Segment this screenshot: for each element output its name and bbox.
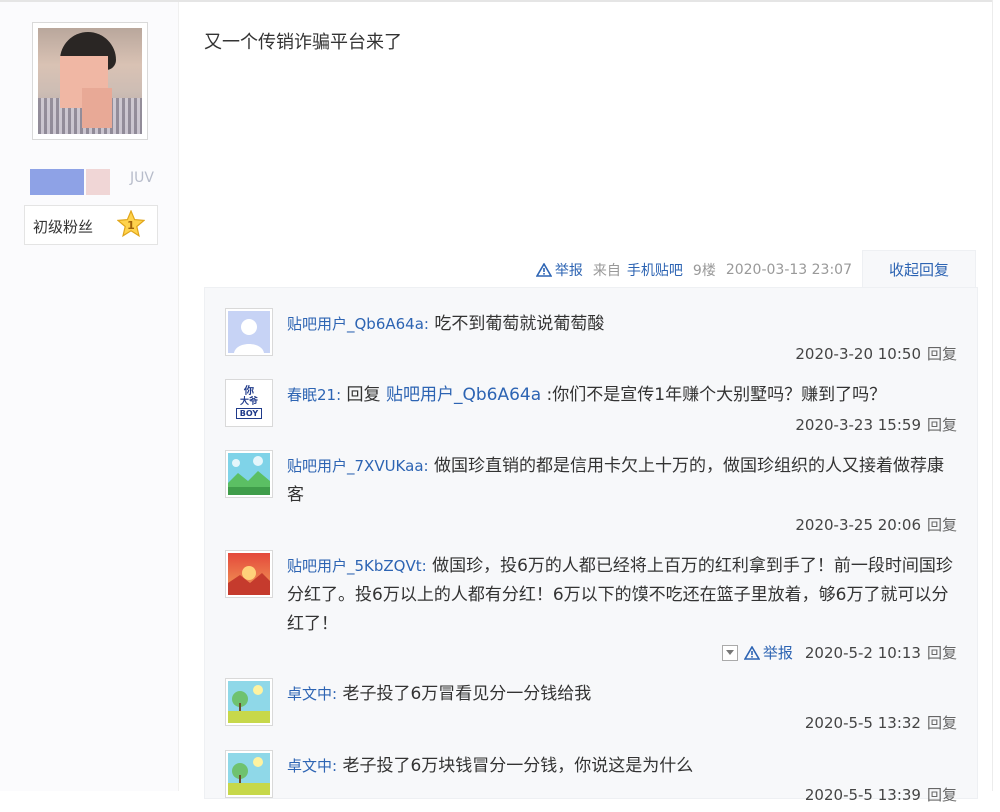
avatar-photo: [38, 28, 142, 134]
default-person-icon: [228, 311, 270, 353]
reply-content: 老子投了6万冒看见分一分钱给我: [337, 684, 592, 704]
reply-time: 2020-3-25 20:06: [795, 515, 921, 534]
reply-username[interactable]: 贴吧用户_7XVUKaa:: [287, 457, 429, 475]
report-label: 举报: [554, 263, 583, 279]
reply-text: 卓文中: 老子投了6万冒看见分一分钱给我: [287, 680, 957, 709]
reply-item: 贴吧用户_Qb6A64a: 吃不到葡萄就说葡萄酸 2020-3-20 10:50…: [225, 308, 961, 380]
post-time: 2020-03-13 23:07: [725, 262, 852, 278]
warning-icon: [743, 645, 760, 660]
boy-badge-icon: 你 大爷 BOY: [228, 382, 270, 424]
reply-button[interactable]: 回复: [927, 343, 957, 364]
reply-button[interactable]: 回复: [927, 712, 957, 733]
reply-report-button[interactable]: 举报: [743, 642, 793, 663]
reply-to-username[interactable]: 贴吧用户_Qb6A64a: [386, 385, 541, 405]
reply-avatar[interactable]: [225, 678, 273, 726]
reply-item: 卓文中: 老子投了6万冒看见分一分钱给我 2020-5-5 13:32 回复: [225, 678, 961, 740]
level-number: 1: [127, 219, 135, 232]
reply-meta: 2020-5-5 13:39 回复: [805, 784, 957, 805]
name-redaction: [30, 169, 84, 195]
mobile-tieba-link[interactable]: 手机贴吧: [627, 260, 683, 280]
badge-text-bot: BOY: [236, 408, 262, 419]
page-right-edge: [992, 0, 1000, 791]
author-avatar[interactable]: [32, 22, 148, 140]
reply-text: 贴吧用户_7XVUKaa: 做国珍直销的都是信用卡欠上十万的，做国珍组织的人又接…: [287, 452, 957, 510]
author-sidebar: JUV 初级粉丝 1: [0, 2, 179, 791]
landscape-icon: [228, 453, 270, 495]
reply-item: 贴吧用户_7XVUKaa: 做国珍直销的都是信用卡欠上十万的，做国珍组织的人又接…: [225, 450, 961, 540]
reply-meta: 举报 2020-5-2 10:13 回复: [721, 642, 957, 663]
author-name-suffix: JUV: [130, 170, 154, 186]
reply-time: 2020-3-20 10:50: [795, 344, 921, 363]
reply-username[interactable]: 春眠21:: [287, 386, 341, 404]
fan-level-badge[interactable]: 初级粉丝 1: [24, 205, 158, 245]
author-name[interactable]: JUV: [14, 167, 164, 197]
chevron-down-icon[interactable]: [721, 644, 738, 661]
reply-meta: 2020-3-25 20:06 回复: [795, 514, 957, 535]
reply-item: 你 大爷 BOY 春眠21: 回复 贴吧用户_Qb6A64a :你们不是宣传1年…: [225, 379, 961, 449]
reply-content: :你们不是宣传1年赚个大别墅吗？赚到了吗？: [541, 385, 887, 405]
reply-avatar[interactable]: 你 大爷 BOY: [225, 379, 273, 427]
reply-time: 2020-5-5 13:39: [804, 785, 921, 804]
reply-text: 贴吧用户_5KbZQVt: 做国珍，投6万的人都已经将上百万的红利拿到手了！前一…: [287, 552, 957, 639]
floor-number: 9楼: [692, 263, 716, 279]
fan-level-label: 初级粉丝: [33, 218, 94, 236]
reply-panel: 贴吧用户_Qb6A64a: 吃不到葡萄就说葡萄酸 2020-3-20 10:50…: [204, 287, 978, 804]
reply-time: 2020-5-2 10:13: [804, 643, 921, 662]
name-redaction: [86, 169, 110, 195]
fold-replies-button[interactable]: 收起回复: [862, 250, 976, 287]
reply-text: 贴吧用户_Qb6A64a: 吃不到葡萄就说葡萄酸: [287, 310, 957, 339]
reply-button[interactable]: 回复: [927, 784, 957, 805]
reply-text: 春眠21: 回复 贴吧用户_Qb6A64a :你们不是宣传1年赚个大别墅吗？赚到…: [287, 381, 957, 410]
reply-content: 吃不到葡萄就说葡萄酸: [428, 314, 605, 334]
reply-username[interactable]: 贴吧用户_5KbZQVt:: [287, 557, 427, 575]
badge-text-top: 你: [244, 386, 254, 397]
reply-item: 卓文中: 老子投了6万块钱冒分一分钱，你说这是为什么 2020-5-5 13:3…: [225, 750, 961, 812]
reply-meta: 2020-5-5 13:32 回复: [805, 712, 957, 733]
reply-username[interactable]: 卓文中:: [287, 685, 337, 703]
reply-time: 2020-5-5 13:32: [804, 713, 921, 732]
report-button[interactable]: 举报: [535, 260, 583, 280]
warning-icon: [535, 263, 552, 277]
tree-landscape-icon: [228, 681, 270, 723]
from-label: 来自: [592, 263, 621, 279]
reply-content: 老子投了6万块钱冒分一分钱，你说这是为什么: [337, 756, 694, 776]
post-tail-bar: 举报 来自 手机贴吧 9楼 2020-03-13 23:07 收起回复: [204, 250, 976, 287]
reply-time: 2020-3-23 15:59: [795, 415, 921, 434]
reply-prefix: 回复: [341, 385, 386, 405]
sunset-icon: [228, 553, 270, 595]
reply-button[interactable]: 回复: [927, 642, 957, 663]
report-label: 举报: [762, 644, 793, 662]
reply-meta: 2020-3-23 15:59 回复: [795, 414, 957, 435]
reply-button[interactable]: 回复: [927, 514, 957, 535]
post-content: 又一个传销诈骗平台来了: [204, 32, 402, 53]
reply-username[interactable]: 卓文中:: [287, 757, 337, 775]
reply-avatar[interactable]: [225, 308, 273, 356]
reply-username[interactable]: 贴吧用户_Qb6A64a:: [287, 315, 429, 333]
reply-avatar[interactable]: [225, 450, 273, 498]
reply-text: 卓文中: 老子投了6万块钱冒分一分钱，你说这是为什么: [287, 752, 957, 781]
reply-meta: 2020-3-20 10:50 回复: [795, 343, 957, 364]
reply-avatar[interactable]: [225, 550, 273, 598]
tree-landscape-icon: [228, 753, 270, 795]
reply-item: 贴吧用户_5KbZQVt: 做国珍，投6万的人都已经将上百万的红利拿到手了！前一…: [225, 550, 961, 668]
badge-text-mid: 大爷: [239, 397, 258, 407]
reply-button[interactable]: 回复: [927, 414, 957, 435]
level-star-icon: 1: [117, 210, 145, 238]
